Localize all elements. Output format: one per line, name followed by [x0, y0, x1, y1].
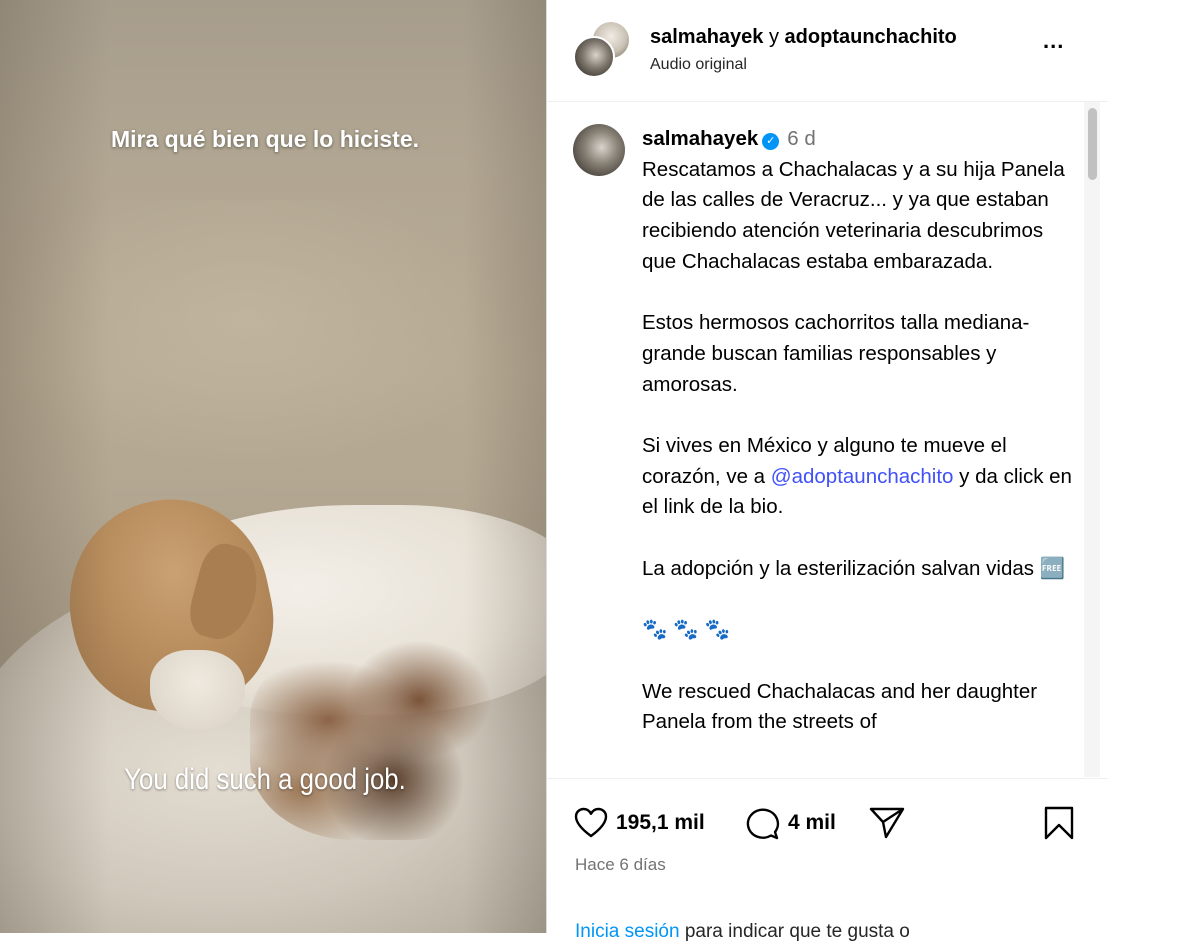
scrollbar-track[interactable]: [1084, 102, 1100, 777]
post-actions-bar: 195,1 mil 4 mil Hace 6 días Inicia sesió…: [547, 778, 1108, 942]
paw-prints-line: 🐾 🐾 🐾: [642, 618, 730, 642]
collab-names: salmahayek y adoptaunchachito: [650, 26, 957, 49]
login-link[interactable]: Inicia sesión: [575, 921, 680, 942]
comment-bubble-icon: [744, 806, 780, 840]
more-options-button[interactable]: ...: [1043, 30, 1064, 52]
comment-count[interactable]: 4 mil: [788, 811, 836, 835]
caption-first-block: salmahayek ✓ 6 d Rescatamos a Chachalacas …: [642, 124, 1072, 278]
like-button[interactable]: 195,1 mil: [574, 806, 705, 840]
login-prompt-text: para indicar que te gusta o: [684, 921, 910, 942]
post-timestamp[interactable]: Hace 6 días: [575, 855, 666, 875]
paper-plane-icon: [869, 806, 905, 840]
page-margin: [1108, 0, 1200, 933]
post-age[interactable]: 6 d: [787, 127, 816, 150]
share-button[interactable]: [869, 806, 905, 840]
video-caption-spanish: Mira qué bien que lo hiciste.: [111, 126, 419, 152]
heart-icon: [574, 807, 608, 839]
reel-video[interactable]: Mira qué bien que lo hiciste. You did su…: [0, 0, 546, 933]
caption-paragraph-4: La adopción y la esterilización salvan v…: [642, 556, 1066, 580]
verified-badge-icon: ✓: [762, 133, 780, 150]
header-username-salmahayek[interactable]: salmahayek: [650, 26, 763, 48]
collab-avatars[interactable]: [573, 20, 631, 78]
mention-link[interactable]: @adoptaunchachito: [771, 465, 954, 488]
post-side-panel: salmahayek y adoptaunchachito Audio orig…: [546, 0, 1109, 942]
audio-original-link[interactable]: Audio original: [650, 56, 747, 74]
post-caption: salmahayek ✓ 6 d Rescatamos a Chachalacas …: [642, 124, 1072, 769]
caption-username[interactable]: salmahayek: [642, 127, 758, 150]
avatar-salmahayek[interactable]: [573, 36, 615, 78]
login-prompt: Inicia sesión para indicar que te gusta …: [575, 921, 910, 943]
caption-paragraph-1: Rescatamos a Chachalacas y a su hija Pan…: [642, 157, 1065, 273]
bookmark-icon: [1043, 806, 1075, 840]
post-author-avatar[interactable]: [573, 124, 625, 176]
comment-button[interactable]: 4 mil: [744, 806, 836, 840]
video-caption-english: You did such a good job.: [124, 763, 406, 796]
caption-paragraph-english: We rescued Chachalacas and her daughter …: [642, 679, 1038, 734]
header-username-adoptaunchachito[interactable]: adoptaunchachito: [785, 26, 957, 48]
save-button[interactable]: [1043, 806, 1075, 840]
post-header: salmahayek y adoptaunchachito Audio orig…: [547, 0, 1108, 102]
scrollbar-thumb[interactable]: [1088, 108, 1097, 180]
like-count[interactable]: 195,1 mil: [616, 811, 705, 835]
header-conjunction: y: [768, 26, 779, 48]
caption-paragraph-3: Si vives en México y alguno te mueve el …: [642, 431, 1072, 523]
comments-scroll-area[interactable]: salmahayek ✓ 6 d Rescatamos a Chachalacas …: [547, 102, 1108, 777]
caption-paragraph-2: Estos hermosos cachorritos talla mediana…: [642, 311, 1030, 396]
